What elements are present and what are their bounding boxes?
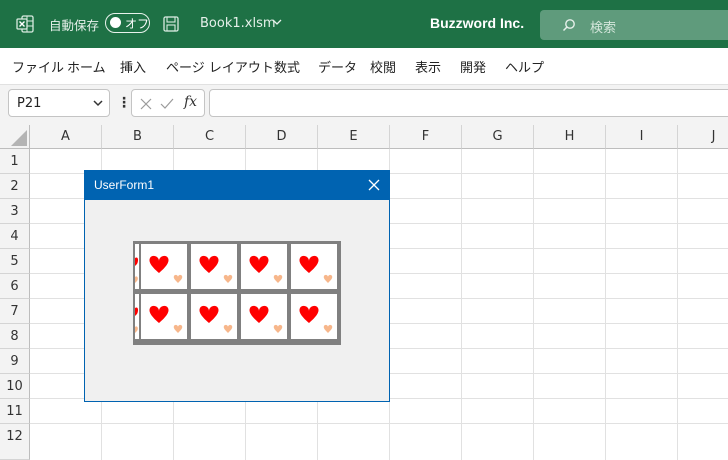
heart-card	[291, 294, 337, 339]
small-heart-icon	[173, 274, 183, 283]
toggle-knob	[110, 17, 121, 28]
heart-icon	[249, 255, 269, 273]
gridline	[605, 149, 606, 460]
userform-title-bar[interactable]: UserForm1	[85, 171, 389, 200]
tab-home[interactable]: ホーム	[67, 57, 106, 76]
heart-icon	[199, 305, 219, 323]
heart-card	[141, 244, 187, 289]
small-heart-icon	[323, 324, 333, 333]
heart-card	[241, 244, 287, 289]
workbook-name[interactable]: Book1.xlsm	[200, 16, 276, 31]
row-header-5[interactable]: 5	[0, 249, 30, 274]
chevron-down-icon	[93, 100, 103, 107]
gridline	[30, 423, 728, 424]
row-header-6[interactable]: 6	[0, 274, 30, 299]
ribbon-tabs: ファイル ホーム 挿入 ページ レイアウト 数式 データ 校閲 表示 開発 ヘル…	[0, 48, 728, 84]
small-heart-icon	[273, 324, 283, 333]
row-header-3[interactable]: 3	[0, 199, 30, 224]
heart-icon	[149, 305, 169, 323]
small-heart-icon	[223, 324, 233, 333]
save-icon[interactable]	[163, 16, 179, 32]
column-header-c[interactable]: C	[174, 125, 246, 149]
row-header-9[interactable]: 9	[0, 349, 30, 374]
heart-card	[291, 244, 337, 289]
formula-input[interactable]	[209, 89, 728, 117]
close-icon[interactable]	[367, 178, 381, 192]
row-header-12[interactable]: 12	[0, 424, 30, 460]
heart-card	[141, 294, 187, 339]
excel-logo-icon	[16, 15, 34, 33]
row-header-7[interactable]: 7	[0, 299, 30, 324]
small-heart-icon	[173, 324, 183, 333]
tab-page-layout[interactable]: ページ レイアウト	[166, 57, 274, 76]
userform-title: UserForm1	[94, 178, 155, 192]
row-header-1[interactable]: 1	[0, 149, 30, 174]
tab-data[interactable]: データ	[318, 57, 357, 76]
userform-dialog: UserForm1	[84, 170, 390, 402]
heart-icon	[299, 305, 319, 323]
column-header-h[interactable]: H	[534, 125, 606, 149]
account-name: Buzzword Inc.	[430, 15, 525, 31]
row-header-2[interactable]: 2	[0, 174, 30, 199]
row-header-4[interactable]: 4	[0, 224, 30, 249]
heart-icon	[199, 255, 219, 273]
name-box[interactable]: P21	[8, 89, 110, 117]
select-all-corner[interactable]	[0, 125, 30, 149]
heart-icon	[149, 255, 169, 273]
row-header-8[interactable]: 8	[0, 324, 30, 349]
tab-view[interactable]: 表示	[415, 57, 441, 76]
search-placeholder: 検索	[590, 21, 617, 36]
column-header-j[interactable]: J	[678, 125, 728, 149]
formula-bar: P21 ⋮ fx	[0, 85, 728, 125]
column-header-i[interactable]: I	[606, 125, 678, 149]
column-header-a[interactable]: A	[30, 125, 102, 149]
gridline	[461, 149, 462, 460]
tab-insert[interactable]: 挿入	[120, 57, 146, 76]
tab-file[interactable]: ファイル	[12, 57, 64, 76]
excel-title-bar: 自動保存 オフ Book1.xlsm Buzzword Inc. 検索	[0, 0, 728, 48]
column-header-f[interactable]: F	[390, 125, 462, 149]
insert-function-icon[interactable]: fx	[184, 94, 197, 110]
slot-reels	[133, 241, 341, 345]
heart-icon	[249, 305, 269, 323]
small-heart-icon	[273, 274, 283, 283]
enter-check-icon[interactable]	[160, 98, 174, 110]
heart-card	[191, 244, 237, 289]
search-icon	[562, 19, 575, 32]
cancel-icon[interactable]	[140, 98, 152, 110]
small-heart-icon	[223, 274, 233, 283]
select-all-triangle-icon	[11, 130, 27, 146]
heart-icon	[299, 255, 319, 273]
formula-buttons: fx	[131, 89, 205, 117]
row-header-10[interactable]: 10	[0, 374, 30, 399]
column-header-b[interactable]: B	[102, 125, 174, 149]
tab-developer[interactable]: 開発	[460, 57, 486, 76]
column-header-d[interactable]: D	[246, 125, 318, 149]
column-header-e[interactable]: E	[318, 125, 390, 149]
gridline	[677, 149, 678, 460]
autosave-state: オフ	[125, 17, 150, 31]
reel-card-partial	[135, 294, 139, 339]
tab-review[interactable]: 校閲	[370, 57, 396, 76]
tab-help[interactable]: ヘルプ	[505, 57, 544, 76]
tab-formulas[interactable]: 数式	[274, 57, 300, 76]
search-box[interactable]: 検索	[540, 10, 728, 40]
more-options-icon[interactable]: ⋮	[117, 95, 131, 111]
column-header-g[interactable]: G	[462, 125, 534, 149]
autosave-label: 自動保存	[49, 18, 100, 33]
heart-card	[191, 294, 237, 339]
row-header-11[interactable]: 11	[0, 399, 30, 424]
small-heart-icon	[323, 274, 333, 283]
autosave-toggle[interactable]: オフ	[105, 13, 150, 33]
heart-card	[241, 294, 287, 339]
chevron-down-icon[interactable]	[272, 18, 282, 26]
reel-card-partial	[135, 244, 139, 289]
gridline	[533, 149, 534, 460]
name-box-value: P21	[17, 96, 42, 111]
